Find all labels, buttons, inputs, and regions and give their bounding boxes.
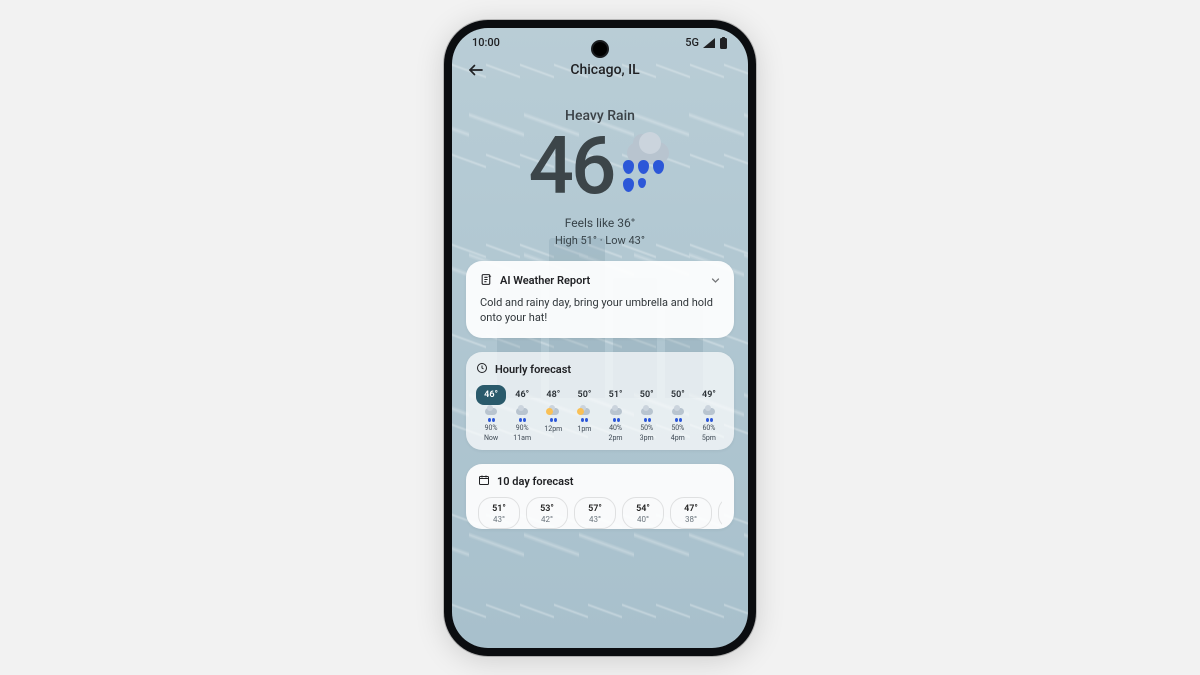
calendar-icon (478, 474, 490, 489)
sun-rain-icon (569, 407, 599, 423)
hour-precip-prob: 90% (476, 424, 506, 432)
hour-temp: 51° (601, 385, 631, 405)
status-time: 10:00 (472, 36, 500, 49)
battery-icon (719, 37, 728, 49)
tenday-title: 10 day forecast (497, 475, 573, 488)
hour-cell[interactable]: 48° 12pm (538, 385, 568, 442)
day-high: 51° (481, 504, 517, 514)
hourly-forecast-card[interactable]: Hourly forecast 46°90%Now46°90%11am48°12… (466, 352, 734, 450)
day-high: 54° (625, 504, 661, 514)
day-low: 38° (673, 515, 709, 524)
hour-cell[interactable]: 51° 40% 2pm (601, 385, 631, 442)
hour-label: 11am (507, 434, 537, 442)
rain-icon (663, 407, 693, 423)
tenday-row[interactable]: 51°43°53°42°57°43°54°40°47°38°4534 (478, 497, 722, 529)
hour-label: 12pm (538, 425, 568, 433)
hour-label: Now (476, 434, 506, 442)
phone-frame: 10:00 5G Chicago, IL (444, 20, 756, 656)
hour-temp: 49° (694, 385, 724, 405)
day-low: 42° (529, 515, 565, 524)
chevron-down-icon[interactable] (707, 275, 722, 287)
tenday-forecast-card[interactable]: 10 day forecast 51°43°53°42°57°43°54°40°… (466, 464, 734, 529)
day-low: 43° (481, 515, 517, 524)
day-cell[interactable]: 54°40° (622, 497, 664, 529)
hour-temp: 48° (538, 385, 568, 405)
hour-cell[interactable]: 46° 90% 11am (507, 385, 537, 442)
hour-temp: 50° (663, 385, 693, 405)
hour-precip-prob: 40% (601, 424, 631, 432)
rain-icon (601, 407, 631, 423)
day-cell[interactable]: 57°43° (574, 497, 616, 529)
day-cell[interactable]: 53°42° (526, 497, 568, 529)
signal-icon (703, 38, 715, 48)
hour-temp: 46° (507, 385, 537, 405)
front-camera (591, 40, 609, 58)
feels-like-label: Feels like 36° (466, 216, 734, 230)
hourly-title: Hourly forecast (495, 363, 571, 376)
day-high: 47° (673, 504, 709, 514)
hour-precip-prob: 60% (694, 424, 724, 432)
current-temp: 46 (529, 126, 614, 206)
rain-icon (694, 407, 724, 423)
sun-rain-icon (538, 407, 568, 423)
day-cell[interactable]: 47°38° (670, 497, 712, 529)
day-low: 43° (577, 515, 613, 524)
day-high: 45 (721, 504, 722, 514)
hour-cell[interactable]: 49° 60% 5pm (694, 385, 724, 442)
day-high: 53° (529, 504, 565, 514)
hourly-row[interactable]: 46°90%Now46°90%11am48°12pm50°1pm51°40%2p… (476, 385, 724, 442)
rain-icon (476, 407, 506, 423)
rain-icon (632, 407, 662, 423)
sparkle-document-icon (480, 273, 493, 289)
hour-cell[interactable]: 50° 1pm (569, 385, 599, 442)
clock-icon (476, 362, 488, 377)
current-weather: Heavy Rain 46 Feels like 36° High 51° · (466, 84, 734, 247)
hour-cell[interactable]: 46° 90% Now (476, 385, 506, 442)
ai-report-text: Cold and rainy day, bring your umbrella … (480, 295, 720, 327)
hour-temp: 46° (476, 385, 506, 405)
hour-precip-prob: 50% (663, 424, 693, 432)
day-low: 40° (625, 515, 661, 524)
high-low-label: High 51° · Low 43° (466, 234, 734, 247)
hour-label: 1pm (569, 425, 599, 433)
rain-icon (507, 407, 537, 423)
ai-weather-report-card[interactable]: AI Weather Report Cold and rainy day, br… (466, 261, 734, 339)
day-high: 57° (577, 504, 613, 514)
hour-label: 3pm (632, 434, 662, 442)
hour-precip-prob: 90% (507, 424, 537, 432)
hour-label: 5pm (694, 434, 724, 442)
hour-cell[interactable]: 50° 50% 4pm (663, 385, 693, 442)
rain-cloud-icon (615, 138, 671, 194)
day-cell[interactable]: 4534 (718, 497, 722, 529)
ai-report-title: AI Weather Report (500, 274, 590, 287)
hour-temp: 50° (632, 385, 662, 405)
hour-label: 2pm (601, 434, 631, 442)
hour-cell[interactable]: 50° 50% 3pm (632, 385, 662, 442)
phone-screen: 10:00 5G Chicago, IL (452, 28, 748, 648)
day-cell[interactable]: 51°43° (478, 497, 520, 529)
status-network-label: 5G (685, 36, 699, 49)
location-title[interactable]: Chicago, IL (476, 62, 734, 78)
hour-label: 4pm (663, 434, 693, 442)
hour-precip-prob: 50% (632, 424, 662, 432)
hour-temp: 50° (569, 385, 599, 405)
day-low: 34 (721, 515, 722, 524)
